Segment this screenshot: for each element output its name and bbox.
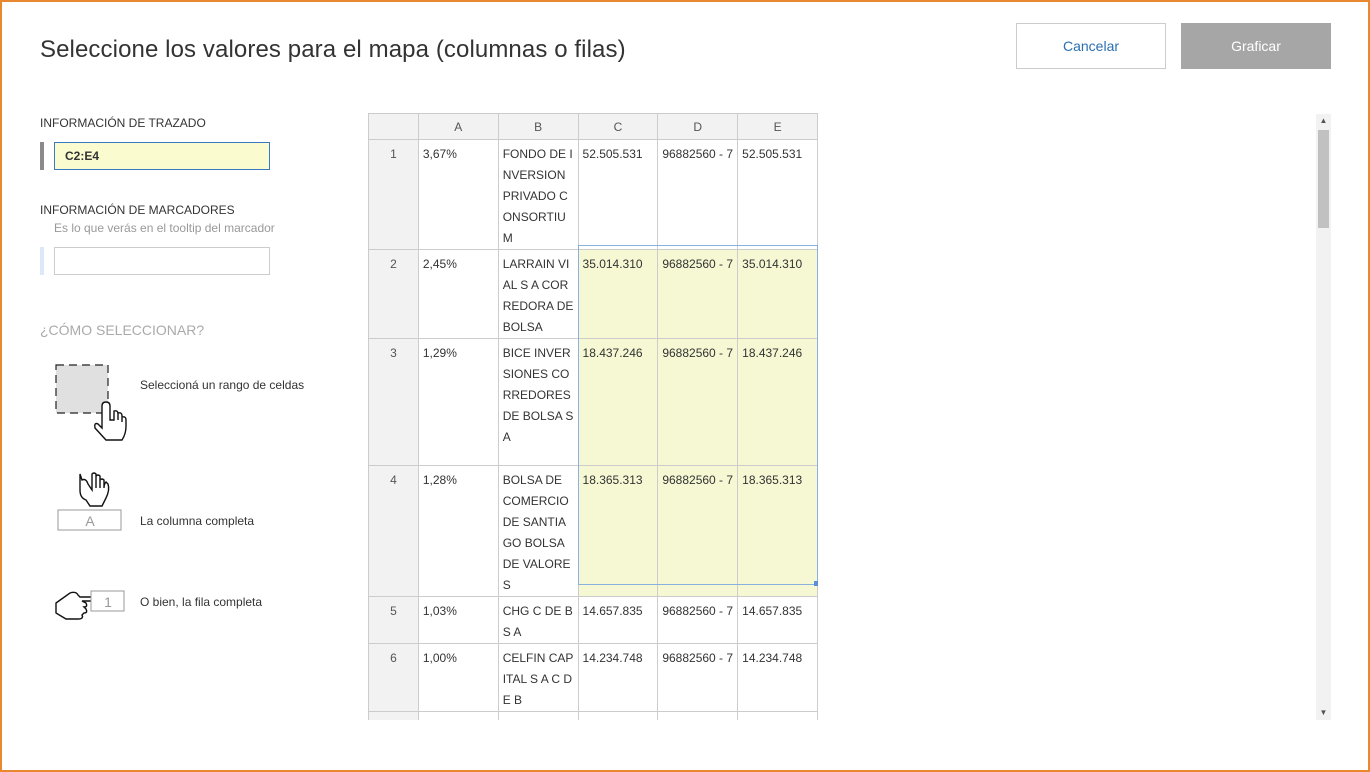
marker-info-indicator bbox=[40, 247, 44, 275]
column-header[interactable]: D bbox=[657, 113, 739, 140]
plot-range-input[interactable] bbox=[54, 142, 270, 170]
column-badge: A bbox=[85, 513, 95, 529]
cell[interactable]: FONDO DE INVERSION PRIVADO CONSORTIUM bbox=[497, 139, 579, 250]
row-select-text: O bien, la fila completa bbox=[140, 595, 263, 609]
cell-selected[interactable]: 18.437.246 bbox=[737, 338, 818, 466]
cell[interactable]: 2,45% bbox=[417, 249, 499, 339]
cell[interactable]: 14.657.835 bbox=[737, 596, 818, 644]
cell[interactable]: CHILE FONDO DE bbox=[497, 711, 579, 720]
cell[interactable]: 52.505.531 bbox=[737, 139, 818, 250]
cell[interactable]: LARRAIN VIAL S A CORREDORA DE BOLSA bbox=[497, 249, 579, 339]
cell-selected[interactable]: 96882560 - 7 bbox=[657, 249, 739, 339]
row-header[interactable]: 4 bbox=[368, 465, 419, 597]
cell[interactable]: CELFIN CAPITAL S A C DE B bbox=[497, 643, 579, 712]
scroll-up-arrow-icon[interactable]: ▲ bbox=[1316, 114, 1331, 128]
cell[interactable]: BOLSA DE COMERCIO DE SANTIAGO BOLSA DE V… bbox=[497, 465, 579, 597]
scroll-thumb[interactable] bbox=[1318, 130, 1329, 228]
table-row: 1 3,67% FONDO DE INVERSION PRIVADO CONSO… bbox=[368, 139, 818, 250]
cell[interactable]: 0,93% bbox=[417, 711, 499, 720]
table-row: 5 1,03% CHG C DE B S A 14.657.835 968825… bbox=[368, 596, 818, 644]
plot-info-indicator bbox=[40, 142, 44, 170]
cell[interactable]: 14.234.748 bbox=[737, 643, 818, 712]
cell[interactable]: 96882560 - 7 bbox=[657, 711, 739, 720]
cell[interactable]: 96882560 - 7 bbox=[657, 596, 739, 644]
cell-selected[interactable]: 96882560 - 7 bbox=[657, 338, 739, 466]
cell[interactable]: 96882560 - 7 bbox=[657, 139, 739, 250]
cell[interactable]: 14.657.835 bbox=[577, 596, 659, 644]
row-select-icon: 1 bbox=[55, 590, 125, 620]
cell-selected[interactable]: 18.365.313 bbox=[737, 465, 818, 597]
cell-selected[interactable]: 35.014.310 bbox=[737, 249, 818, 339]
table-row: 4 1,28% BOLSA DE COMERCIO DE SANTIAGO BO… bbox=[368, 465, 818, 597]
marker-info-label: INFORMACIÓN DE MARCADORES bbox=[40, 203, 235, 217]
row-header[interactable]: 5 bbox=[368, 596, 419, 644]
column-header[interactable]: A bbox=[417, 113, 499, 140]
cell[interactable]: 3,67% bbox=[417, 139, 499, 250]
corner-cell[interactable] bbox=[368, 113, 419, 140]
page-title: Seleccione los valores para el mapa (col… bbox=[40, 36, 626, 63]
range-select-icon bbox=[55, 364, 127, 441]
cell[interactable]: 52.505.531 bbox=[577, 139, 659, 250]
cell[interactable]: 96882560 - 7 bbox=[657, 643, 739, 712]
row-header[interactable]: 2 bbox=[368, 249, 419, 339]
cell-selected[interactable]: 96882560 - 7 bbox=[657, 465, 739, 597]
row-badge: 1 bbox=[104, 594, 112, 610]
graph-button[interactable]: Graficar bbox=[1181, 23, 1331, 69]
plot-info-label: INFORMACIÓN DE TRAZADO bbox=[40, 116, 206, 130]
how-to-title: ¿CÓMO SELECCIONAR? bbox=[40, 322, 205, 338]
selection-handle[interactable] bbox=[814, 581, 818, 586]
row-header[interactable]: 1 bbox=[368, 139, 419, 250]
column-header[interactable]: B bbox=[497, 113, 579, 140]
dialog: Seleccione los valores para el mapa (col… bbox=[0, 0, 1370, 772]
cell[interactable]: 14.234.748 bbox=[577, 643, 659, 712]
cell-selected[interactable]: 35.014.310 bbox=[577, 249, 659, 339]
cell-selected[interactable]: 18.437.246 bbox=[577, 338, 659, 466]
cell[interactable]: 1,00% bbox=[417, 643, 499, 712]
cell[interactable]: 1,03% bbox=[417, 596, 499, 644]
row-header[interactable]: 3 bbox=[368, 338, 419, 466]
column-select-text: La columna completa bbox=[140, 514, 255, 528]
table-row: 2 2,45% LARRAIN VIAL S A CORREDORA DE BO… bbox=[368, 249, 818, 339]
column-header[interactable]: E bbox=[737, 113, 818, 140]
cell[interactable]: BICE INVERSIONES CORREDORES DE BOLSA S A bbox=[497, 338, 579, 466]
cell[interactable]: 1,29% bbox=[417, 338, 499, 466]
marker-info-hint: Es lo que verás en el tooltip del marcad… bbox=[54, 221, 275, 235]
cell[interactable]: 1,28% bbox=[417, 465, 499, 597]
range-select-text: Seleccioná un rango de celdas bbox=[140, 378, 305, 392]
column-header[interactable]: C bbox=[577, 113, 659, 140]
scroll-down-arrow-icon[interactable]: ▼ bbox=[1316, 706, 1331, 720]
spreadsheet: A B C D E 1 3,67% FONDO DE INVERSION PRI… bbox=[368, 113, 818, 720]
cell[interactable]: 13.233.550 bbox=[577, 711, 659, 720]
cell[interactable]: CHG C DE B S A bbox=[497, 596, 579, 644]
cell[interactable]: 13.233.550 bbox=[737, 711, 818, 720]
cell-selected[interactable]: 18.365.313 bbox=[577, 465, 659, 597]
row-header[interactable]: 7 bbox=[368, 711, 419, 720]
table-row: 6 1,00% CELFIN CAPITAL S A C DE B 14.234… bbox=[368, 643, 818, 712]
cancel-button[interactable]: Cancelar bbox=[1016, 23, 1166, 69]
table-row: 7 0,93% CHILE FONDO DE 13.233.550 968825… bbox=[368, 711, 818, 720]
table-row: 3 1,29% BICE INVERSIONES CORREDORES DE B… bbox=[368, 338, 818, 466]
row-header[interactable]: 6 bbox=[368, 643, 419, 712]
vertical-scrollbar[interactable]: ▲ ▼ bbox=[1316, 114, 1331, 720]
marker-range-input[interactable] bbox=[54, 247, 270, 275]
column-select-icon: A bbox=[57, 472, 122, 531]
